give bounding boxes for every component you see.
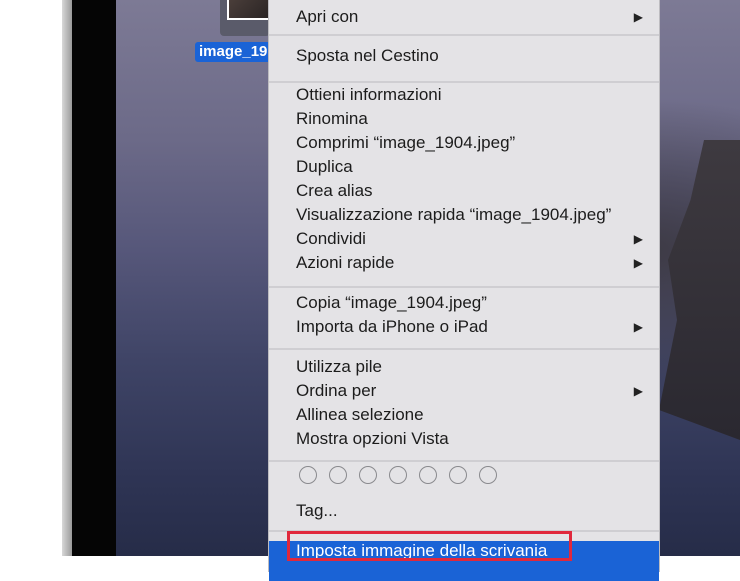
- menu-item[interactable]: Rinomina: [269, 107, 659, 131]
- menu-item[interactable]: Mostra opzioni Vista: [269, 427, 659, 451]
- menu-item-label: Crea alias: [296, 181, 373, 200]
- menu-item-label: Allinea selezione: [296, 405, 424, 424]
- menu-item-label: Condividi: [296, 229, 366, 248]
- file-name-label[interactable]: image_19: [195, 42, 275, 62]
- menu-item-label: Duplica: [296, 157, 353, 176]
- chevron-right-icon: ▶: [633, 256, 643, 270]
- menu-item[interactable]: Azioni rapide ▶: [269, 251, 659, 275]
- menu-item[interactable]: Duplica: [269, 155, 659, 179]
- menu-item[interactable]: Ordina per ▶: [269, 379, 659, 403]
- menu-item[interactable]: Copia “image_1904.jpeg”: [269, 291, 659, 315]
- menu-item[interactable]: Utilizza pile: [269, 355, 659, 379]
- chevron-right-icon: ▶: [633, 10, 643, 24]
- menu-item-tags[interactable]: Tag...: [269, 499, 659, 523]
- wallpaper-cliff: [659, 140, 740, 440]
- menu-item-label: Ottieni informazioni: [296, 85, 442, 104]
- tag-color-circle-icon[interactable]: [359, 466, 377, 484]
- tag-color-circle-icon[interactable]: [329, 466, 347, 484]
- context-menu: Tag... Imposta immagine della scrivania …: [268, 0, 660, 581]
- chevron-right-icon: ▶: [633, 320, 643, 334]
- tag-color-circle-icon[interactable]: [419, 466, 437, 484]
- menu-item[interactable]: Condividi ▶: [269, 227, 659, 251]
- menu-item[interactable]: Ottieni informazioni: [269, 83, 659, 107]
- menu-item-label: Rinomina: [296, 109, 368, 128]
- menu-separator: [269, 348, 659, 350]
- menu-item[interactable]: Visualizzazione rapida “image_1904.jpeg”: [269, 203, 659, 227]
- menu-item-label: Importa da iPhone o iPad: [296, 317, 488, 336]
- menu-item[interactable]: Comprimi “image_1904.jpeg”: [269, 131, 659, 155]
- menu-item-label: Utilizza pile: [296, 357, 382, 376]
- tag-color-circle-icon[interactable]: [299, 466, 317, 484]
- tag-color-circle-icon[interactable]: [389, 466, 407, 484]
- menu-separator: [269, 34, 659, 36]
- tag-color-circle-icon[interactable]: [449, 466, 467, 484]
- menu-item[interactable]: Importa da iPhone o iPad ▶: [269, 315, 659, 339]
- menu-item-label: Comprimi “image_1904.jpeg”: [296, 133, 516, 152]
- menu-item[interactable]: Apri con ▶: [269, 5, 659, 29]
- menu-item[interactable]: Sposta nel Cestino: [269, 44, 659, 68]
- menu-item-label: Apri con: [296, 7, 359, 26]
- tag-color-circle-icon[interactable]: [479, 466, 497, 484]
- menu-item[interactable]: Allinea selezione: [269, 403, 659, 427]
- menu-item-label: Azioni rapide: [296, 253, 395, 272]
- screen-edge: [72, 0, 118, 556]
- menu-item-label: Visualizzazione rapida “image_1904.jpeg”: [296, 205, 612, 224]
- chevron-right-icon: ▶: [633, 384, 643, 398]
- chevron-right-icon: ▶: [633, 232, 643, 246]
- menu-item-label: Mostra opzioni Vista: [296, 429, 449, 448]
- menu-item-label: Ordina per: [296, 381, 377, 400]
- menu-item[interactable]: Crea alias: [269, 179, 659, 203]
- tag-colors: [299, 466, 497, 484]
- device-bezel: [62, 0, 72, 556]
- annotation-highlight-box: [287, 531, 572, 561]
- menu-separator: [269, 286, 659, 288]
- menu-item-label: Sposta nel Cestino: [296, 46, 439, 65]
- file-icon-thumbnail[interactable]: [227, 0, 271, 20]
- menu-item-label: Copia “image_1904.jpeg”: [296, 293, 487, 312]
- menu-separator: [269, 460, 659, 462]
